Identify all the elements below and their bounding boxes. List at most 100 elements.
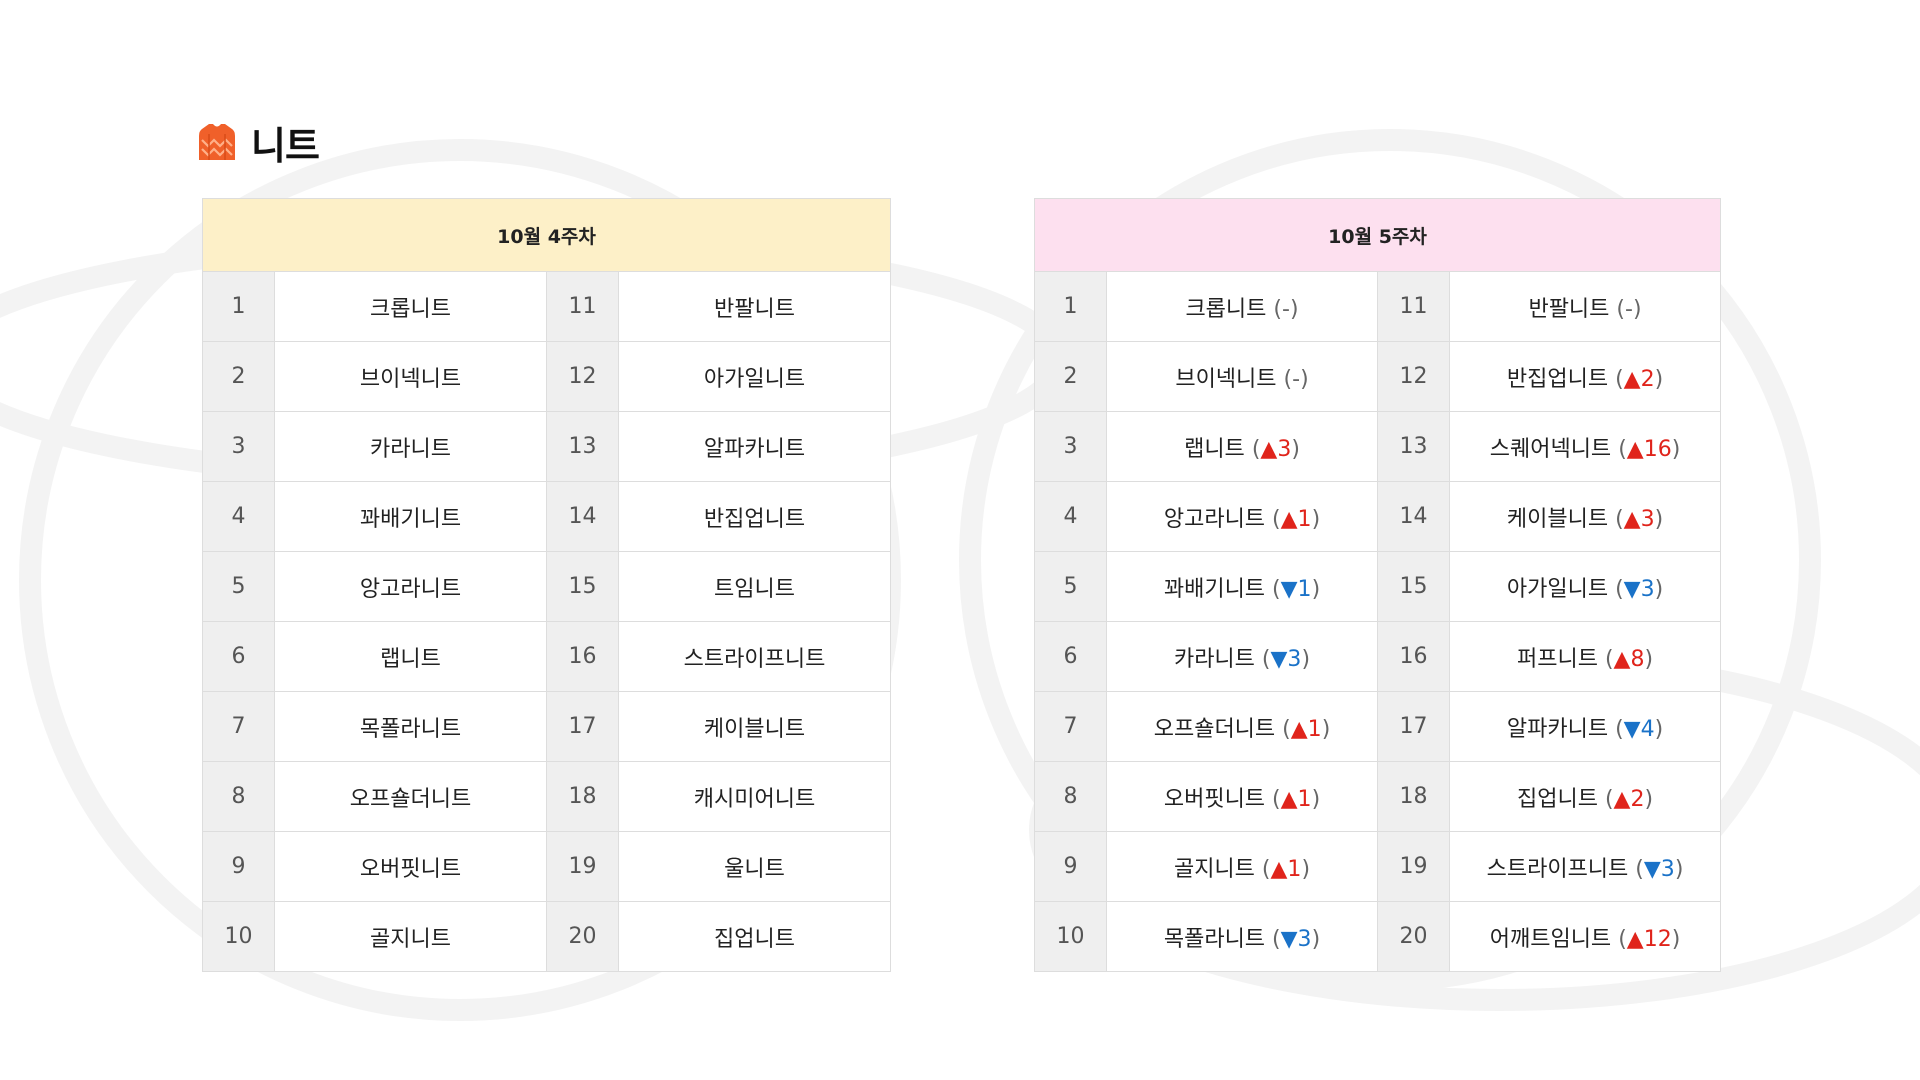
table-row: 4 앙고라니트 (▲1) 14 케이블니트 (▲3) — [1034, 481, 1722, 552]
item-change: ▲3 — [1260, 436, 1292, 462]
item-name: 오버핏니트 — [274, 831, 547, 902]
item-change: - — [1625, 296, 1633, 322]
paren-close: ) — [1301, 646, 1311, 672]
table-row: 9 오버핏니트 19 울니트 — [202, 831, 892, 902]
item-change: ▲1 — [1280, 506, 1312, 532]
table-row: 2 브이넥니트 12 아가일니트 — [202, 341, 892, 412]
rank-number: 16 — [546, 621, 619, 692]
item-name: 어깨트임니트 — [1489, 926, 1612, 952]
item-name: 오프숄더니트 — [274, 761, 547, 832]
paren-close: ) — [1301, 856, 1311, 882]
week5-header: 10월 5주차 — [1033, 198, 1722, 272]
item-cell: 브이넥니트 (-) — [1106, 341, 1378, 412]
paren-open: ( — [1615, 716, 1624, 742]
paren-close: ) — [1671, 926, 1681, 952]
rank-number: 15 — [546, 551, 619, 622]
paren-close: ) — [1311, 786, 1321, 812]
paren-open: ( — [1615, 576, 1624, 602]
table-row: 3 카라니트 13 알파카니트 — [202, 411, 892, 482]
rank-number: 11 — [1377, 271, 1450, 342]
item-name: 브이넥니트 — [1175, 366, 1277, 392]
item-change: ▼3 — [1623, 576, 1655, 602]
table-row: 6 카라니트 (▼3) 16 퍼프니트 (▲8) — [1034, 621, 1722, 692]
table-row: 1 크롭니트 (-) 11 반팔니트 (-) — [1034, 271, 1722, 342]
week4-ranking-table: 10월 4주차 1 크롭니트 11 반팔니트 2 브이넥니트 12 아가일니트 3 카라니트 13 알… — [201, 198, 892, 972]
rank-number: 1 — [1034, 271, 1107, 342]
item-change: ▼4 — [1623, 716, 1655, 742]
item-name: 카라니트 — [274, 411, 547, 482]
item-name: 캐시미어니트 — [617, 761, 892, 832]
paren-close: ) — [1671, 436, 1681, 462]
table-row: 6 랩니트 16 스트라이프니트 — [202, 621, 892, 692]
paren-close: ) — [1644, 786, 1654, 812]
item-cell: 케이블니트 (▲3) — [1448, 481, 1722, 552]
rank-number: 13 — [546, 411, 619, 482]
rank-number: 7 — [1034, 691, 1107, 762]
item-change: ▲1 — [1270, 856, 1302, 882]
table-row: 8 오프숄더니트 18 캐시미어니트 — [202, 761, 892, 832]
item-cell: 골지니트 (▲1) — [1106, 831, 1378, 902]
table-row: 10 골지니트 20 집업니트 — [202, 901, 892, 972]
rank-number: 12 — [546, 341, 619, 412]
item-name: 반집업니트 — [1506, 366, 1609, 392]
paren-open: ( — [1272, 926, 1281, 952]
table-row: 4 꽈배기니트 14 반집업니트 — [202, 481, 892, 552]
rank-number: 17 — [1377, 691, 1450, 762]
paren-close: ) — [1311, 506, 1321, 532]
rank-number: 12 — [1377, 341, 1450, 412]
slide: 니트 10월 4주차 1 크롭니트 11 반팔니트 2 브이넥니트 12 아가일니트 3 카라니트… — [0, 0, 1920, 1080]
paren-close: ) — [1654, 506, 1664, 532]
paren-open: ( — [1261, 646, 1271, 672]
item-change: ▼3 — [1643, 856, 1675, 882]
item-change: - — [1282, 296, 1290, 322]
week5-ranking-table: 10월 5주차 1 크롭니트 (-) 11 반팔니트 (-) 2 브이넥니트 (-) 12 반… — [1033, 198, 1722, 972]
table-row: 7 오프숄더니트 (▲1) 17 알파카니트 (▼4) — [1034, 691, 1722, 762]
paren-open: ( — [1272, 576, 1281, 602]
item-change: ▼3 — [1280, 926, 1312, 952]
table-row: 5 앙고라니트 15 트임니트 — [202, 551, 892, 622]
paren-open: ( — [1604, 786, 1614, 812]
item-name: 앙고라니트 — [1163, 506, 1266, 532]
item-name: 집업니트 — [1516, 786, 1598, 812]
rank-number: 8 — [202, 761, 275, 832]
item-cell: 오프숄더니트 (▲1) — [1106, 691, 1378, 762]
rank-number: 9 — [1034, 831, 1107, 902]
rank-number: 3 — [202, 411, 275, 482]
item-change: ▲1 — [1280, 786, 1312, 812]
paren-close: ) — [1632, 296, 1642, 322]
paren-open: ( — [1618, 436, 1627, 462]
item-name: 아가일니트 — [1506, 576, 1609, 602]
item-name: 꽈배기니트 — [274, 481, 547, 552]
item-name: 퍼프니트 — [1516, 646, 1598, 672]
rank-number: 5 — [202, 551, 275, 622]
item-name: 골지니트 — [1173, 856, 1255, 882]
paren-open: ( — [1261, 856, 1271, 882]
paren-open: ( — [1635, 856, 1644, 882]
item-change: ▲2 — [1623, 366, 1655, 392]
item-change: ▲3 — [1623, 506, 1655, 532]
rank-number: 10 — [202, 901, 275, 972]
paren-open: ( — [1604, 646, 1614, 672]
rank-number: 19 — [1377, 831, 1450, 902]
paren-open: ( — [1615, 366, 1624, 392]
table-row: 5 꽈배기니트 (▼1) 15 아가일니트 (▼3) — [1034, 551, 1722, 622]
paren-open: ( — [1272, 786, 1281, 812]
paren-close: ) — [1654, 576, 1664, 602]
item-name: 반집업니트 — [617, 481, 892, 552]
item-cell: 집업니트 (▲2) — [1448, 761, 1722, 832]
section-title: 니트 — [197, 118, 320, 168]
item-name: 목폴라니트 — [1163, 926, 1266, 952]
item-cell: 알파카니트 (▼4) — [1448, 691, 1722, 762]
item-cell: 랩니트 (▲3) — [1106, 411, 1378, 482]
rank-number: 8 — [1034, 761, 1107, 832]
rank-number: 1 — [202, 271, 275, 342]
table-row: 10 목폴라니트 (▼3) 20 어깨트임니트 (▲12) — [1034, 901, 1722, 972]
paren-open: ( — [1282, 716, 1291, 742]
item-name: 케이블니트 — [617, 691, 892, 762]
item-name: 울니트 — [617, 831, 892, 902]
paren-open: ( — [1273, 296, 1282, 322]
item-name: 스트라이프니트 — [1486, 856, 1629, 882]
item-name: 알파카니트 — [617, 411, 892, 482]
item-change: - — [1292, 366, 1301, 392]
item-change: ▲16 — [1626, 436, 1672, 462]
